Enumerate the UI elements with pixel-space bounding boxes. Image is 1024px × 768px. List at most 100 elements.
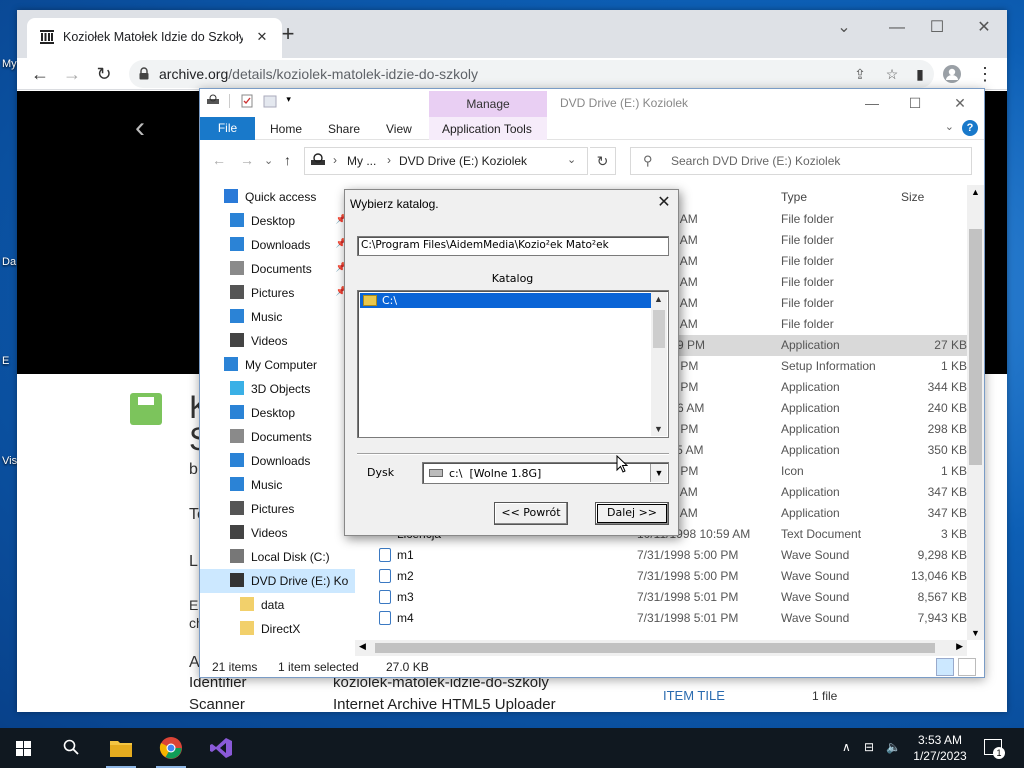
explorer-search-box[interactable]: ⚲ Search DVD Drive (E:) Koziolek: [630, 147, 972, 175]
tab-close-icon[interactable]: ✕: [253, 28, 271, 46]
nav-item[interactable]: My Computer: [200, 353, 355, 377]
close-button[interactable]: ✕: [969, 16, 999, 40]
expand-ribbon-icon[interactable]: ⌄: [945, 120, 954, 133]
file-row[interactable]: m4 7/31/1998 5:01 PM Wave Sound 7,943 KB: [355, 608, 967, 629]
pictures-icon: [230, 285, 244, 299]
network-icon[interactable]: ⊟: [864, 740, 874, 754]
explorer-address-bar[interactable]: › My ... › DVD Drive (E:) Koziolek ⌄: [304, 147, 588, 175]
app-tools-band: Application Tools: [429, 117, 547, 140]
bookmark-star-icon[interactable]: ☆: [881, 63, 903, 85]
nav-item[interactable]: Videos: [200, 329, 355, 353]
nav-item[interactable]: Videos: [200, 521, 355, 545]
nav-item[interactable]: DirectX: [200, 617, 355, 641]
minimize-button[interactable]: —: [854, 91, 890, 115]
desktop-icon-e[interactable]: E: [2, 355, 9, 367]
file-row[interactable]: m1 7/31/1998 5:00 PM Wave Sound 9,298 KB: [355, 545, 967, 566]
nav-item[interactable]: Documents: [200, 425, 355, 449]
large-icons-view-icon[interactable]: [958, 658, 976, 676]
close-button[interactable]: ✕: [942, 91, 978, 115]
close-icon[interactable]: ✕: [654, 193, 674, 213]
new-folder-icon[interactable]: [263, 94, 277, 108]
taskbar-search-button[interactable]: [48, 728, 94, 768]
file-row[interactable]: m3 7/31/1998 5:01 PM Wave Sound 8,567 KB: [355, 587, 967, 608]
nav-item[interactable]: DVD Drive (E:) Ko: [200, 569, 355, 593]
nav-item[interactable]: Music: [200, 305, 355, 329]
drive-select[interactable]: c:\ [Wolne 1.8G] ▼: [422, 462, 669, 484]
browser-tab[interactable]: Koziołek Matołek Idzie do Szkoły ✕: [27, 18, 282, 58]
refresh-icon[interactable]: ↻: [590, 147, 616, 175]
maximize-button[interactable]: ☐: [897, 91, 933, 115]
minimize-button[interactable]: —: [882, 16, 912, 40]
address-bar[interactable]: archive.org/details/koziolek-matolek-idz…: [129, 60, 934, 88]
nav-item[interactable]: Quick access: [200, 185, 355, 209]
column-header-size[interactable]: Size: [901, 190, 924, 204]
tab-application-tools[interactable]: Application Tools: [442, 122, 532, 136]
nav-item[interactable]: Documents 📌: [200, 257, 355, 281]
recent-locations-icon[interactable]: ⌄: [264, 154, 273, 167]
nav-item[interactable]: Pictures: [200, 497, 355, 521]
taskbar-clock-date[interactable]: 1/27/2023: [910, 749, 970, 763]
tab-share[interactable]: Share: [328, 122, 360, 136]
tab-home[interactable]: Home: [270, 122, 302, 136]
tab-view[interactable]: View: [386, 122, 412, 136]
help-icon[interactable]: ?: [962, 120, 978, 136]
chrome-taskbar-button[interactable]: [148, 728, 194, 768]
reload-icon[interactable]: ↻: [91, 61, 117, 87]
tab-file[interactable]: File: [200, 117, 255, 140]
menu-kebab-icon[interactable]: ⋮: [972, 61, 998, 87]
side-panel-icon[interactable]: ▮: [907, 61, 933, 87]
up-arrow-icon[interactable]: ↑: [284, 152, 291, 168]
desktop-icon-my-computer[interactable]: My: [2, 58, 17, 70]
column-header-type[interactable]: Type: [781, 190, 807, 204]
nav-item[interactable]: Pictures 📌: [200, 281, 355, 305]
nav-item[interactable]: Downloads 📌: [200, 233, 355, 257]
scrollbar-thumb[interactable]: [969, 229, 982, 465]
scrollbar-thumb[interactable]: [375, 643, 935, 653]
customize-toolbar-icon[interactable]: ▾: [286, 94, 294, 108]
nav-item[interactable]: Desktop 📌: [200, 209, 355, 233]
chevron-down-icon[interactable]: ▼: [650, 464, 667, 482]
desktop-icon-visual-studio[interactable]: Vis: [2, 455, 17, 467]
nav-item[interactable]: Desktop: [200, 401, 355, 425]
directory-list-item[interactable]: C:\: [360, 293, 652, 308]
desktop-icon-data[interactable]: Da: [2, 256, 16, 268]
start-button[interactable]: [0, 728, 46, 768]
chevron-up-icon[interactable]: ∧: [842, 740, 851, 754]
item-tile-link[interactable]: ITEM TILE: [663, 688, 725, 703]
directory-path-input[interactable]: C:\Program Files\AidemMedia\Kozio²ek Mat…: [357, 236, 669, 256]
chevron-down-icon[interactable]: ⌄: [567, 153, 576, 166]
forward-arrow-icon[interactable]: →: [59, 61, 85, 87]
listbox-scrollbar[interactable]: ▲ ▼: [651, 292, 667, 436]
profile-avatar-icon[interactable]: [939, 61, 965, 87]
nav-item[interactable]: data: [200, 593, 355, 617]
details-view-icon[interactable]: [936, 658, 954, 676]
nav-item[interactable]: Local Disk (C:): [200, 545, 355, 569]
nav-item[interactable]: Music: [200, 473, 355, 497]
nav-item[interactable]: 3D Objects: [200, 377, 355, 401]
back-arrow-icon[interactable]: ←: [212, 152, 226, 168]
tab-search-icon[interactable]: ⌄: [829, 16, 859, 40]
page-text-fragment: L: [189, 553, 198, 570]
back-arrow-icon[interactable]: ←: [27, 61, 53, 87]
horizontal-scrollbar[interactable]: ◀ ▶: [355, 640, 967, 656]
volume-icon[interactable]: 🔈: [886, 740, 901, 754]
maximize-button[interactable]: ☐: [922, 16, 952, 40]
hard-drive-icon: [429, 469, 443, 477]
breadcrumb-segment[interactable]: DVD Drive (E:) Koziolek: [399, 154, 527, 168]
file-row[interactable]: m2 7/31/1998 5:00 PM Wave Sound 13,046 KB: [355, 566, 967, 587]
directory-listbox[interactable]: C:\ ▲ ▼: [357, 290, 669, 438]
taskbar-clock-time[interactable]: 3:53 AM: [910, 733, 970, 747]
nav-item[interactable]: Downloads: [200, 449, 355, 473]
forward-arrow-icon[interactable]: →: [240, 152, 254, 168]
visual-studio-taskbar-button[interactable]: [198, 728, 244, 768]
properties-icon[interactable]: [240, 94, 254, 108]
next-button[interactable]: Dalej >>: [595, 502, 669, 525]
share-icon[interactable]: ⇪: [849, 63, 871, 85]
scrollbar-thumb[interactable]: [653, 310, 665, 348]
back-button[interactable]: << Powrót: [494, 502, 568, 525]
chevron-left-icon[interactable]: ‹: [135, 111, 145, 145]
breadcrumb-segment[interactable]: My ...: [347, 154, 376, 168]
new-tab-button[interactable]: +: [277, 23, 299, 46]
vertical-scrollbar[interactable]: ▲ ▼: [967, 185, 984, 640]
file-explorer-taskbar-button[interactable]: [98, 728, 144, 768]
